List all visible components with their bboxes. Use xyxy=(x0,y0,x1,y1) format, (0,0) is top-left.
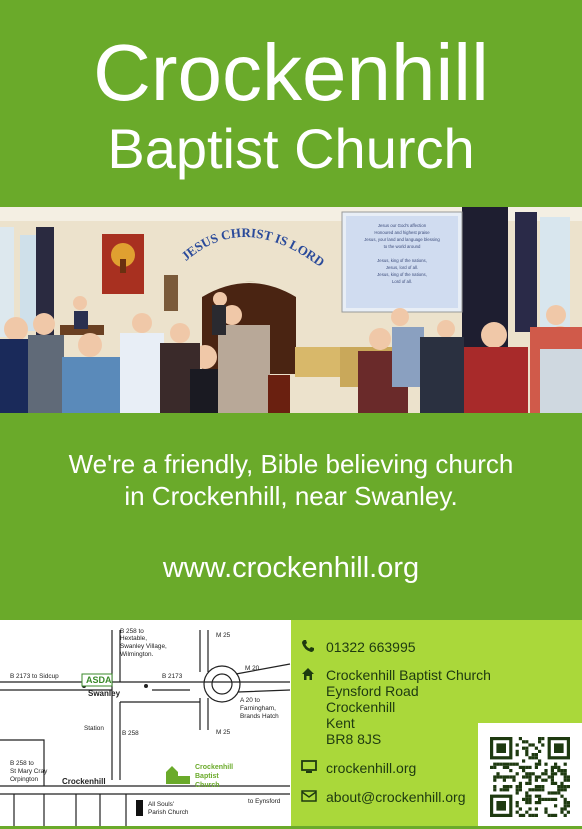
map-label: M 20 xyxy=(245,665,260,672)
map-label-crockenhill: Crockenhill xyxy=(62,777,106,786)
map-label: Hextable, xyxy=(120,635,147,642)
map-label: B 258 to xyxy=(120,628,144,635)
svg-text:Jesus, your land and language: Jesus, your land and language blessing xyxy=(364,237,440,242)
postal-address: Crockenhill Baptist Church Eynsford Road… xyxy=(326,667,491,747)
address-line: Kent xyxy=(326,715,355,731)
map-label-church: Baptist xyxy=(195,773,219,780)
map-label: B 2173 xyxy=(162,673,183,680)
map-label: A 20 to xyxy=(240,697,260,704)
svg-text:Jesus our God's affection: Jesus our God's affection xyxy=(378,223,427,228)
address-line: Crockenhill xyxy=(326,699,396,715)
map-label-church: Crockenhill xyxy=(195,764,233,771)
web-row: crockenhill.org xyxy=(301,760,416,776)
svg-text:Jesus, king of the nations,: Jesus, king of the nations, xyxy=(377,272,427,277)
map-label: All Souls' xyxy=(148,801,174,808)
contact-panel: 01322 663995 Crockenhill Baptist Church … xyxy=(291,620,582,826)
email-row: about@crockenhill.org xyxy=(301,789,466,805)
svg-text:Honoured and highest praise: Honoured and highest praise xyxy=(374,230,430,235)
qr-code[interactable] xyxy=(478,723,582,826)
map-label: Wilmington. xyxy=(120,651,154,658)
map-label: M 25 xyxy=(216,632,231,639)
church-name-line1: Crockenhill xyxy=(93,28,489,117)
address-line: Eynsford Road xyxy=(326,683,419,699)
flyer-page: Crockenhill Baptist Church JESUS CHRIST … xyxy=(0,0,582,826)
svg-text:Jesus, lord of all.: Jesus, lord of all. xyxy=(386,265,418,270)
road-map: ASDA B 258 to Hextable, Swanley Village,… xyxy=(0,628,291,826)
map-label: Parish Church xyxy=(148,809,189,816)
map-label-church: Church xyxy=(195,782,220,789)
map-label: Farningham, xyxy=(240,705,276,712)
phone-number[interactable]: 01322 663995 xyxy=(326,639,416,655)
home-icon xyxy=(301,667,319,683)
map-label: St Mary Cray xyxy=(10,768,48,775)
church-name-line2: Baptist Church xyxy=(107,117,475,180)
qr-code-pattern xyxy=(490,737,570,817)
phone-icon xyxy=(301,639,319,655)
map-label: to Eynsford xyxy=(248,798,281,805)
map-label: Station xyxy=(84,725,104,732)
tagline-line2: in Crockenhill, near Swanley. xyxy=(124,481,458,511)
phone-row: 01322 663995 xyxy=(301,639,416,655)
email-link[interactable]: about@crockenhill.org xyxy=(326,789,466,805)
svg-text:to the world around: to the world around xyxy=(384,244,421,249)
website-url[interactable]: www.crockenhill.org xyxy=(0,551,582,585)
address-line: Crockenhill Baptist Church xyxy=(326,667,491,683)
map-label: M 25 xyxy=(216,729,231,736)
envelope-icon xyxy=(301,789,319,805)
map-label-asda: ASDA xyxy=(86,675,112,685)
map-label: Orpington xyxy=(10,776,39,783)
location-map: ASDA B 258 to Hextable, Swanley Village,… xyxy=(0,620,291,826)
tagline: We're a friendly, Bible believing church… xyxy=(0,448,582,512)
map-label: Brands Hatch xyxy=(240,713,279,720)
church-marker-icon xyxy=(166,766,190,784)
monitor-icon xyxy=(301,760,319,776)
map-label-swanley: Swanley xyxy=(88,689,121,698)
congregation-photo: JESUS CHRIST IS LORD Jesus our God's aff… xyxy=(0,207,582,413)
address-line: BR8 8JS xyxy=(326,731,382,747)
svg-text:Lord of all.: Lord of all. xyxy=(392,279,412,284)
svg-text:Jesus, king of the nations,: Jesus, king of the nations, xyxy=(377,258,427,263)
header: Crockenhill Baptist Church xyxy=(0,0,582,207)
worship-photo-illustration: JESUS CHRIST IS LORD Jesus our God's aff… xyxy=(0,207,582,413)
map-label: B 2173 to Sidcup xyxy=(10,673,59,680)
web-link[interactable]: crockenhill.org xyxy=(326,760,416,776)
address-row: Crockenhill Baptist Church Eynsford Road… xyxy=(301,667,491,747)
map-label: B 258 to xyxy=(10,760,34,767)
map-label: Swanley Village, xyxy=(120,643,167,650)
map-label: B 258 xyxy=(122,730,139,737)
tagline-line1: We're a friendly, Bible believing church xyxy=(68,449,514,479)
